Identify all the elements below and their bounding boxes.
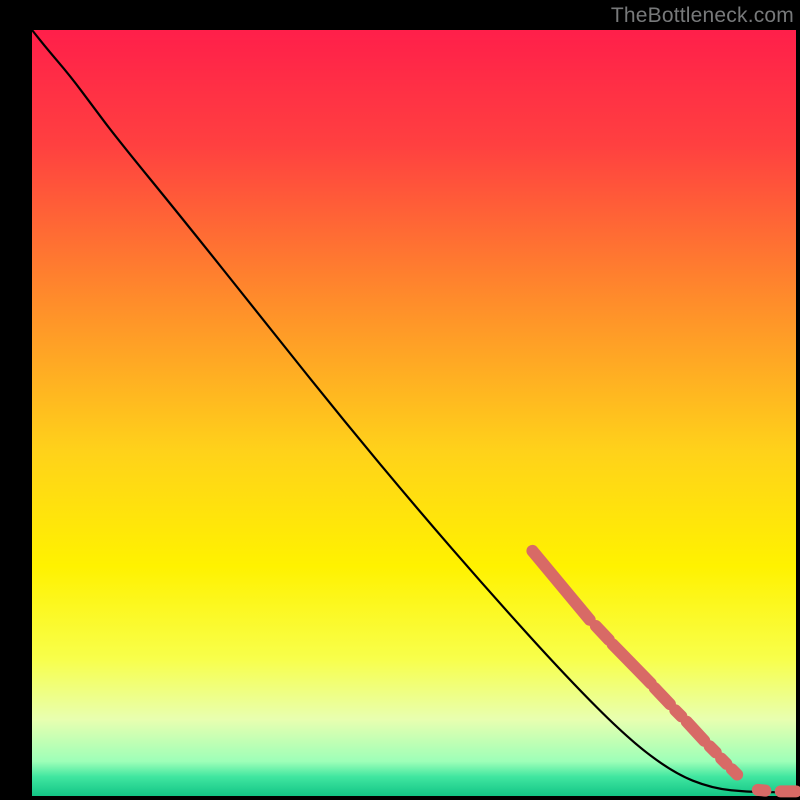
chart-canvas — [0, 0, 800, 800]
marker-segment — [710, 746, 716, 752]
marker-segment — [721, 758, 726, 763]
marker-segment — [758, 790, 766, 791]
marker-segment — [732, 769, 737, 774]
watermark-text: TheBottleneck.com — [611, 4, 794, 28]
chart-stage: TheBottleneck.com — [0, 0, 800, 800]
plot-background — [32, 30, 796, 796]
marker-segment — [675, 710, 681, 716]
